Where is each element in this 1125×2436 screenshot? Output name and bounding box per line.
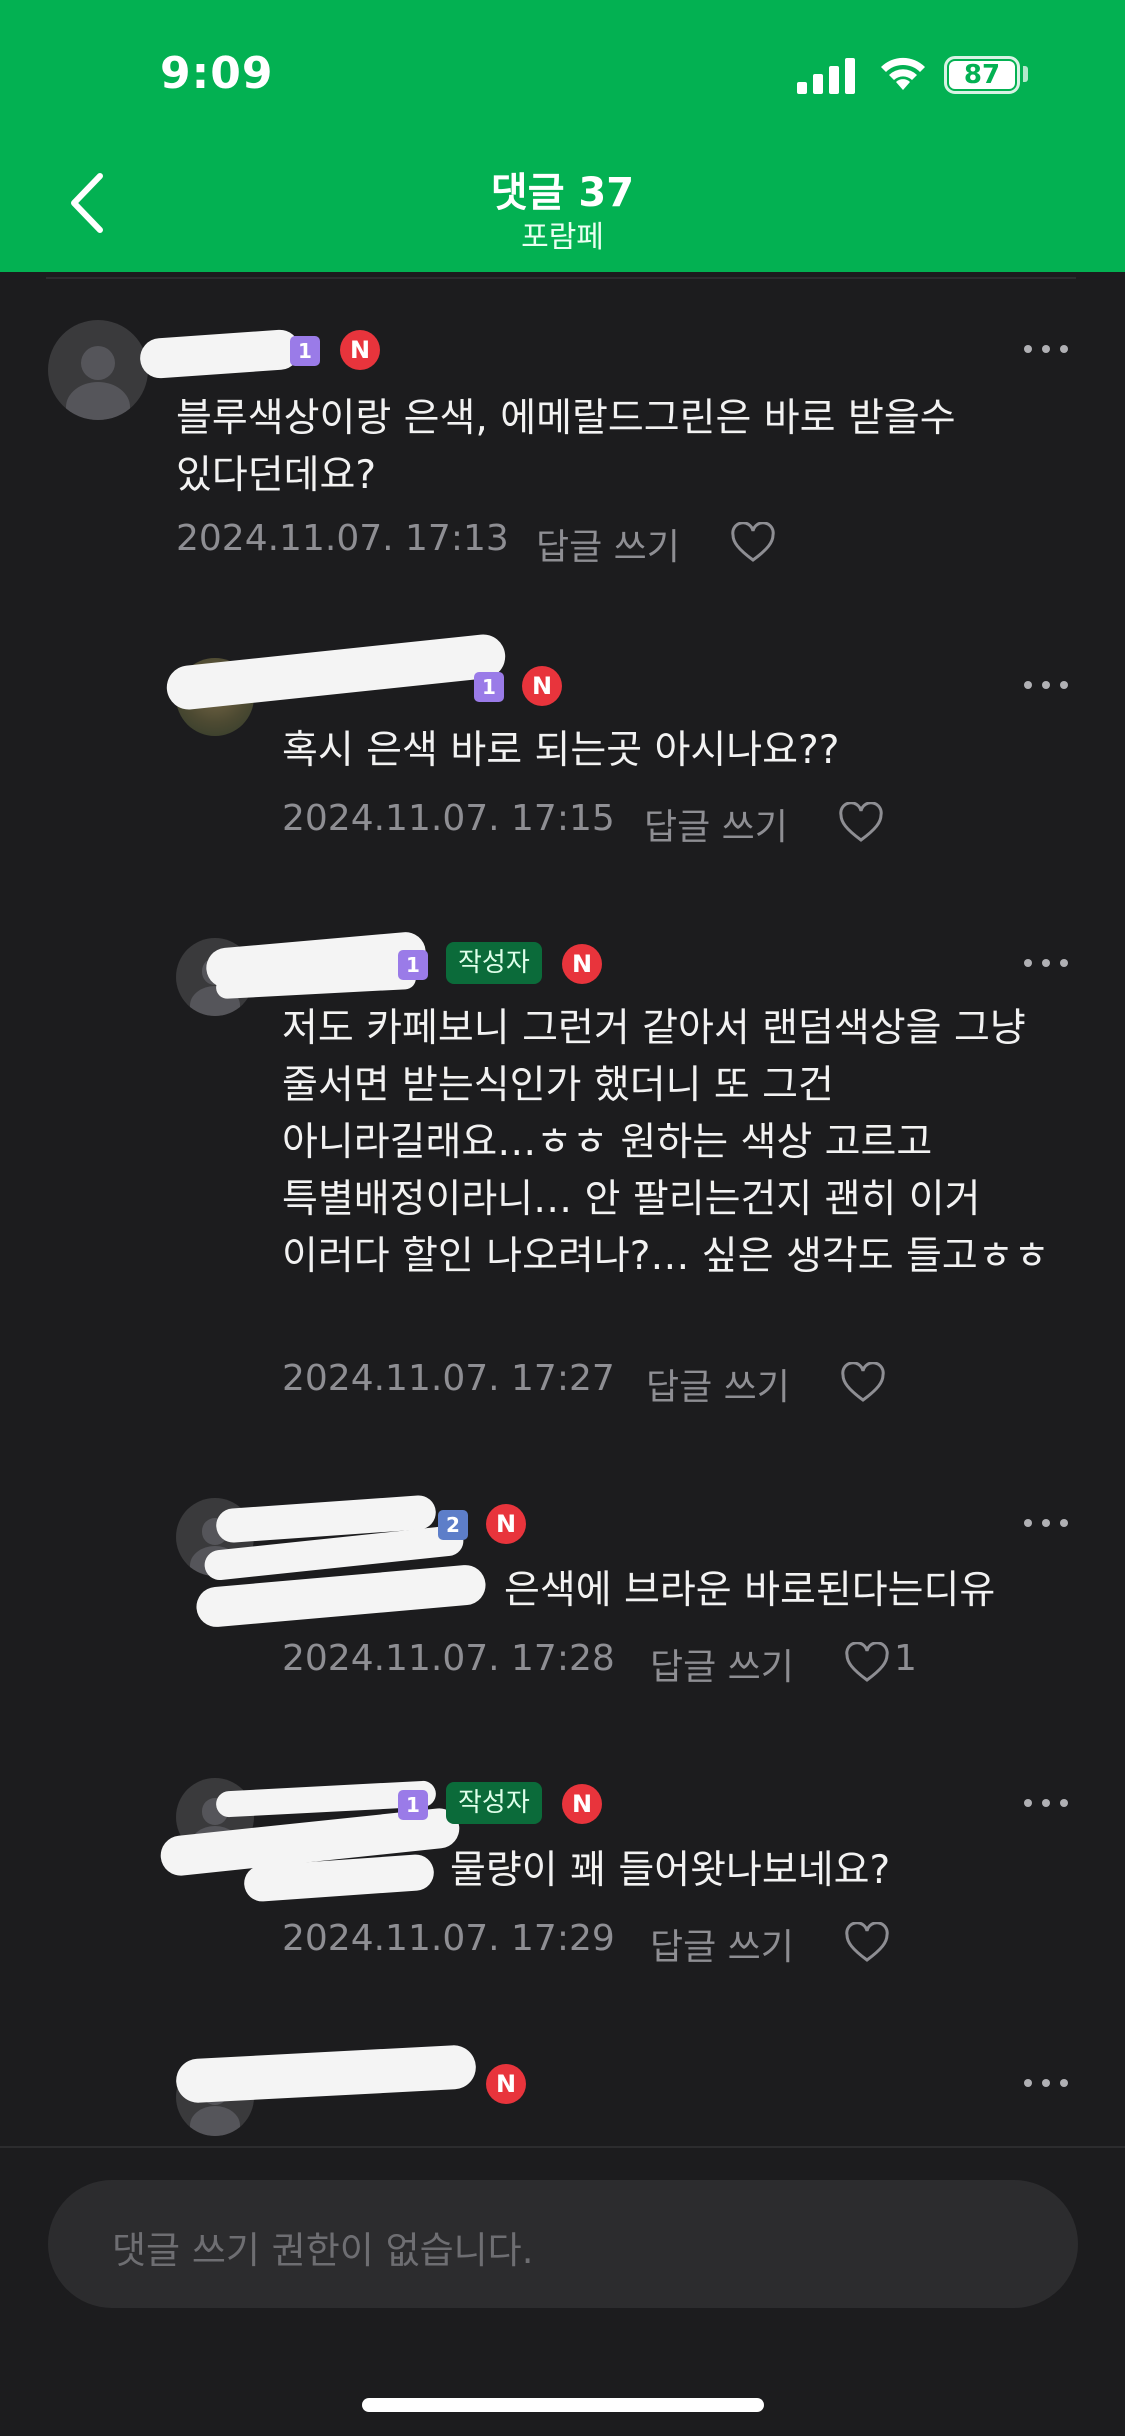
heart-icon[interactable]: [844, 1922, 890, 1964]
reply-button[interactable]: 답글 쓰기: [644, 798, 788, 850]
avatar[interactable]: [48, 320, 148, 420]
page-subtitle: 포람페: [521, 220, 604, 255]
reply-button[interactable]: 답글 쓰기: [650, 1638, 794, 1690]
level-badge: 1: [398, 950, 428, 980]
reply-button[interactable]: 답글 쓰기: [646, 1358, 790, 1410]
battery-level: 87: [949, 61, 1015, 89]
more-options-icon[interactable]: [1024, 342, 1070, 356]
author-badge: 작성자: [446, 942, 542, 984]
comment-date: 2024.11.07. 17:29: [282, 1918, 615, 1959]
reply-button[interactable]: 답글 쓰기: [536, 518, 680, 570]
page-title: 댓글 37: [490, 170, 635, 216]
battery-icon: 87: [944, 56, 1020, 94]
battery-cap: [1023, 66, 1028, 82]
n-badge-icon: N: [562, 944, 602, 984]
author-badge: 작성자: [446, 1782, 542, 1824]
more-options-icon[interactable]: [1024, 678, 1070, 692]
status-time: 9:09: [160, 48, 274, 99]
home-indicator[interactable]: [362, 2398, 764, 2412]
redaction-scribble: [164, 632, 508, 712]
n-badge-icon: N: [522, 666, 562, 706]
reply-button[interactable]: 답글 쓰기: [650, 1918, 794, 1970]
comment-text: 물량이 꽤 들어왓나보네요?: [282, 1842, 1082, 1899]
redaction-scribble: [138, 328, 302, 380]
heart-icon[interactable]: [844, 1642, 890, 1684]
comment-text: 혹시 은색 바로 되는곳 아시나요??: [282, 728, 840, 773]
cellular-signal-icon: [797, 56, 857, 94]
comment-text: 저도 카페보니 그런거 같아서 랜덤색상을 그냥 줄서면 받는식인가 했더니 또…: [282, 1006, 1050, 1279]
more-options-icon[interactable]: [1024, 2076, 1070, 2090]
redaction-scribble: [175, 2044, 477, 2104]
level-badge: 1: [398, 1790, 428, 1820]
heart-icon[interactable]: [838, 802, 884, 844]
level-badge: 1: [474, 672, 504, 702]
heart-icon[interactable]: [840, 1362, 886, 1404]
n-badge-icon: N: [562, 1784, 602, 1824]
level-badge: 2: [438, 1510, 468, 1540]
wifi-icon: [881, 57, 925, 90]
comment-text: 은색에 브라운 바로된다는디유: [282, 1562, 1082, 1619]
heart-icon[interactable]: [730, 522, 776, 564]
more-options-icon[interactable]: [1024, 1796, 1070, 1810]
comment-date: 2024.11.07. 17:15: [282, 798, 615, 839]
level-badge: 1: [290, 336, 320, 366]
like-count: 1: [894, 1638, 917, 1679]
comment-input[interactable]: 댓글 쓰기 권한이 없습니다.: [48, 2180, 1078, 2308]
comment-body: 물량이 꽤 들어왓나보네요?: [450, 1848, 891, 1893]
divider: [46, 277, 1076, 279]
more-options-icon[interactable]: [1024, 1516, 1070, 1530]
app-header: 9:09 87 댓글 37 포람페: [0, 0, 1125, 272]
comment-input-placeholder: 댓글 쓰기 권한이 없습니다.: [112, 2229, 534, 2272]
n-badge-icon: N: [486, 2064, 526, 2104]
comment-text: 블루색상이랑 은색, 에메랄드그린은 바로 받을수 있다던데요?: [176, 396, 956, 498]
more-options-icon[interactable]: [1024, 956, 1070, 970]
n-badge-icon: N: [340, 330, 380, 370]
comment-date: 2024.11.07. 17:28: [282, 1638, 615, 1679]
n-badge-icon: N: [486, 1504, 526, 1544]
comment-date: 2024.11.07. 17:13: [176, 518, 509, 559]
comment-date: 2024.11.07. 17:27: [282, 1358, 615, 1399]
comment-body: 은색에 브라운 바로된다는디유: [504, 1568, 996, 1613]
